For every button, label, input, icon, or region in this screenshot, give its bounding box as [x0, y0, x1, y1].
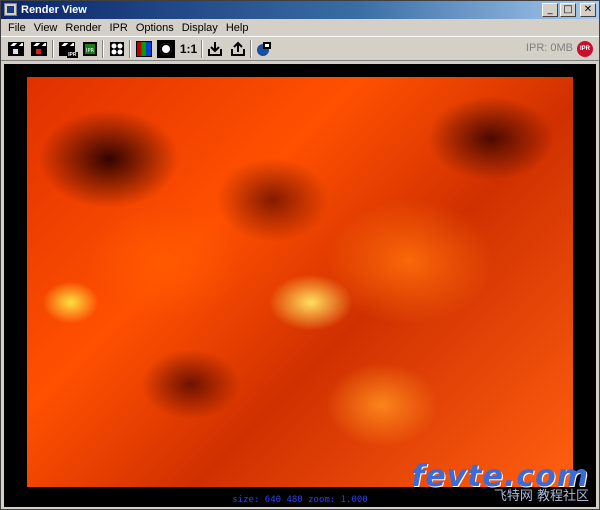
menu-file[interactable]: File: [4, 21, 30, 35]
render-view-window: Render View _ □ ✕ File View Render IPR O…: [0, 0, 600, 510]
menu-view[interactable]: View: [30, 21, 62, 35]
render-region-icon: [30, 42, 47, 56]
menu-bar: File View Render IPR Options Display Hel…: [1, 20, 599, 36]
refresh-ipr-button[interactable]: IPR: [79, 39, 100, 59]
watermark-logo: fevte.com: [411, 459, 589, 494]
menu-render[interactable]: Render: [61, 21, 105, 35]
keep-image-icon: [207, 42, 222, 56]
menu-help[interactable]: Help: [222, 21, 253, 35]
app-icon[interactable]: [4, 3, 17, 16]
rendered-image: [27, 77, 573, 487]
redo-render-button[interactable]: [5, 39, 26, 59]
keep-image-button[interactable]: [204, 39, 225, 59]
toolbar: IPR IPR 1:1 IPR: 0MB IPR: [1, 36, 599, 61]
maximize-button[interactable]: □: [560, 3, 576, 17]
alpha-channel-button[interactable]: [155, 39, 176, 59]
title-bar[interactable]: Render View _ □ ✕: [1, 1, 599, 19]
rgb-channels-icon: [135, 41, 152, 57]
menu-options[interactable]: Options: [132, 21, 178, 35]
ipr-stop-button[interactable]: IPR: [577, 41, 593, 57]
ipr-render-button[interactable]: IPR: [56, 39, 78, 59]
remove-image-icon: [230, 41, 245, 56]
real-size-button[interactable]: 1:1: [178, 39, 199, 59]
ipr-render-icon: IPR: [58, 42, 78, 58]
menu-ipr[interactable]: IPR: [105, 21, 131, 35]
real-size-icon: 1:1: [179, 42, 198, 56]
render-settings-icon: [109, 42, 124, 56]
minimize-button[interactable]: _: [542, 3, 558, 17]
ipr-memory-label: IPR: 0MB: [525, 42, 573, 54]
svg-text:IPR: IPR: [86, 48, 94, 54]
render-settings-button[interactable]: [106, 39, 127, 59]
refresh-ipr-icon: IPR: [82, 42, 97, 56]
menu-display[interactable]: Display: [178, 21, 222, 35]
render-region-button[interactable]: [28, 39, 49, 59]
ipr-badge: IPR: [67, 52, 78, 58]
close-button[interactable]: ✕: [580, 3, 596, 17]
render-globals-button[interactable]: [253, 39, 274, 59]
alpha-channel-icon: [157, 41, 174, 57]
redo-render-icon: [7, 42, 24, 56]
window-title: Render View: [21, 4, 87, 16]
remove-image-button[interactable]: [227, 39, 248, 59]
render-globals-icon: [256, 42, 271, 56]
render-viewport[interactable]: size: 640 480 zoom: 1.000: [4, 64, 596, 507]
rgb-channels-button[interactable]: [133, 39, 154, 59]
watermark: fevte.com 飞特网 教程社区: [411, 459, 589, 505]
